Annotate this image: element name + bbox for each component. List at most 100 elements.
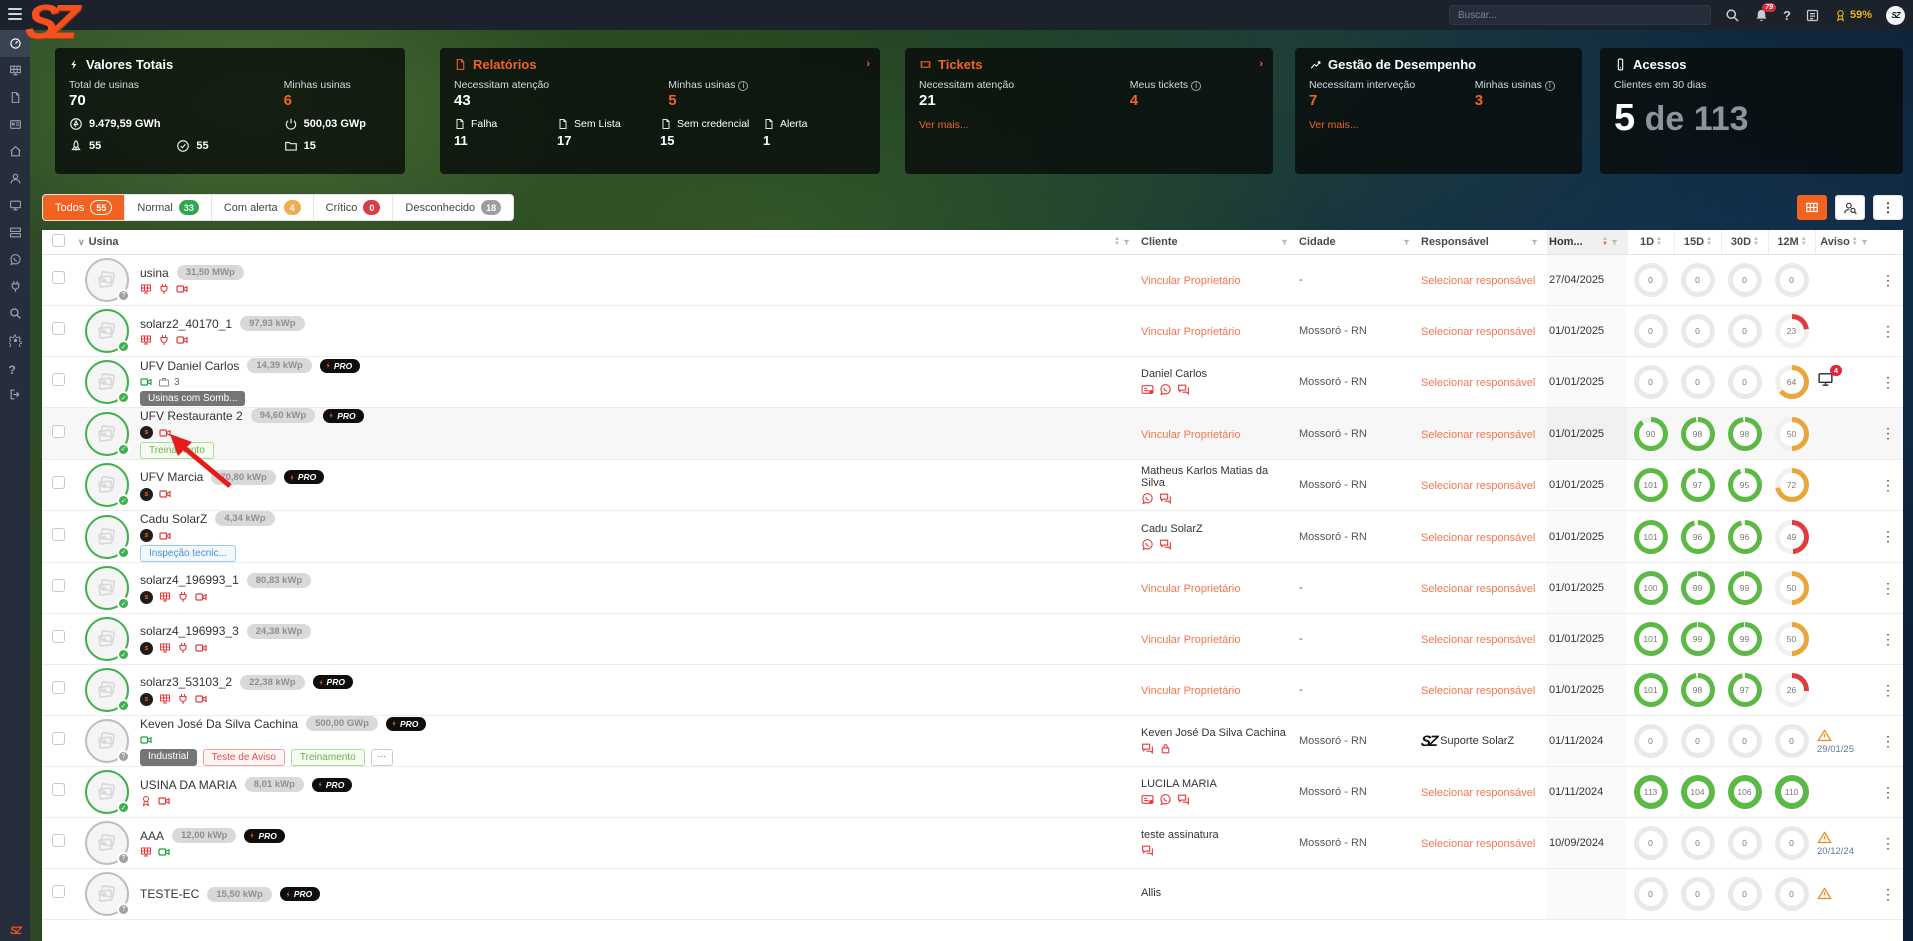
- idcard-icon[interactable]: [1141, 793, 1154, 806]
- row-menu-button[interactable]: ⋮: [1881, 477, 1895, 494]
- row-menu-button[interactable]: ⋮: [1881, 682, 1895, 699]
- filter-funnel-icon[interactable]: [1610, 238, 1619, 247]
- filter-funnel-icon[interactable]: [1530, 238, 1539, 247]
- plant-name[interactable]: solarz4_196993_1: [140, 573, 239, 587]
- plant-avatar[interactable]: ✓: [85, 668, 130, 712]
- client-search-button[interactable]: [1835, 195, 1865, 220]
- link-vincular-proprietario[interactable]: Vincular Proprietário: [1141, 275, 1240, 287]
- row-menu-button[interactable]: ⋮: [1881, 425, 1895, 442]
- col-12m[interactable]: 12M: [1777, 236, 1798, 248]
- row-menu-button[interactable]: ⋮: [1881, 886, 1895, 903]
- sidebar-item-clients[interactable]: [0, 165, 30, 192]
- menu-toggle-icon[interactable]: [8, 8, 22, 20]
- tickets-ver-mais-link[interactable]: Ver mais...: [919, 119, 1259, 131]
- link-selecionar-responsavel[interactable]: Selecionar responsável: [1421, 429, 1535, 441]
- row-checkbox[interactable]: [52, 885, 65, 898]
- link-selecionar-responsavel[interactable]: Selecionar responsável: [1421, 838, 1535, 850]
- chat-icon[interactable]: [1159, 538, 1172, 551]
- table-options-button[interactable]: ⋮: [1873, 195, 1903, 220]
- table-row[interactable]: ? AAA 12,00 kWp PRO teste assinatura Mossoró …: [42, 818, 1903, 869]
- col-cliente[interactable]: Cliente: [1141, 236, 1178, 248]
- row-menu-button[interactable]: ⋮: [1881, 631, 1895, 648]
- sidebar-item-reports[interactable]: [0, 84, 30, 111]
- col-responsavel[interactable]: Responsável: [1421, 236, 1489, 248]
- row-checkbox[interactable]: [52, 732, 65, 745]
- gestao-ver-mais-link[interactable]: Ver mais...: [1309, 119, 1568, 131]
- plant-tag[interactable]: Treinamento: [290, 749, 365, 766]
- row-menu-button[interactable]: ⋮: [1881, 323, 1895, 340]
- plant-name[interactable]: solarz4_196993_3: [140, 624, 239, 638]
- plant-name[interactable]: Keven José Da Silva Cachina: [140, 717, 298, 731]
- whatsapp-icon[interactable]: [1141, 538, 1154, 551]
- table-row[interactable]: ✓ solarz3_53103_2 22,38 kWp PRO s Vincular Pr…: [42, 665, 1903, 716]
- table-row[interactable]: ✓ UFV Daniel Carlos 14,39 kWp PRO 3 Usinas co…: [42, 357, 1903, 408]
- warning-icon[interactable]: 20/12/24: [1817, 830, 1854, 857]
- row-menu-button[interactable]: ⋮: [1881, 784, 1895, 801]
- row-checkbox[interactable]: [52, 322, 65, 335]
- expand-all-icon[interactable]: ∨: [78, 237, 85, 248]
- table-row[interactable]: ✓ Cadu SolarZ 4,34 kWp s Inspeção tecnic... C…: [42, 511, 1903, 563]
- filter-tab-desconhecido[interactable]: Desconhecido 18: [393, 195, 514, 220]
- filter-tab-com-alerta[interactable]: Com alerta 4: [211, 195, 314, 220]
- filter-funnel-icon[interactable]: [1122, 238, 1131, 247]
- plant-avatar[interactable]: ?: [85, 872, 130, 916]
- link-vincular-proprietario[interactable]: Vincular Proprietário: [1141, 429, 1240, 441]
- chat-icon[interactable]: [1177, 793, 1190, 806]
- link-selecionar-responsavel[interactable]: Selecionar responsável: [1421, 634, 1535, 646]
- link-vincular-proprietario[interactable]: Vincular Proprietário: [1141, 583, 1240, 595]
- sort-icon[interactable]: ▲ ▼: [1753, 236, 1759, 247]
- plants-grid-button[interactable]: [1797, 195, 1827, 220]
- plant-avatar[interactable]: ✓: [85, 360, 130, 404]
- sort-icon[interactable]: ▲ ▼: [1114, 236, 1120, 247]
- notifications-bell-icon[interactable]: 79: [1754, 2, 1777, 23]
- sidebar-item-lists[interactable]: [0, 219, 30, 246]
- link-selecionar-responsavel[interactable]: Selecionar responsável: [1421, 275, 1535, 287]
- sort-icon[interactable]: ▲ ▼: [1706, 236, 1712, 247]
- plant-avatar[interactable]: ?: [85, 821, 130, 865]
- row-menu-button[interactable]: ⋮: [1881, 733, 1895, 750]
- sidebar-item-gallery[interactable]: [0, 111, 30, 138]
- plant-avatar[interactable]: ✓: [85, 514, 130, 559]
- sidebar-item-settings[interactable]: [0, 327, 30, 354]
- plant-name[interactable]: USINA DA MARIA: [140, 778, 237, 792]
- row-checkbox[interactable]: [52, 271, 65, 284]
- plant-avatar[interactable]: ✓: [85, 309, 130, 353]
- chat-icon[interactable]: [1141, 742, 1154, 755]
- row-menu-button[interactable]: ⋮: [1881, 835, 1895, 852]
- sort-icon[interactable]: ▲ ▼: [1656, 236, 1662, 247]
- table-row[interactable]: ✓ solarz2_40170_1 97,93 kWp Vincular Propri…: [42, 306, 1903, 357]
- plant-avatar[interactable]: ✓: [85, 770, 130, 814]
- plant-name[interactable]: solarz3_53103_2: [140, 675, 232, 689]
- plant-name[interactable]: UFV Daniel Carlos: [140, 359, 239, 373]
- plant-name[interactable]: usina: [140, 266, 169, 280]
- link-selecionar-responsavel[interactable]: Selecionar responsável: [1421, 480, 1535, 492]
- table-row[interactable]: ✓ USINA DA MARIA 8,01 kWp PRO LUCILA MARIA Mo…: [42, 767, 1903, 818]
- sidebar-item-integrations[interactable]: [0, 273, 30, 300]
- lock-icon[interactable]: [1159, 742, 1172, 755]
- sidebar-item-help[interactable]: ?: [0, 354, 30, 381]
- row-checkbox[interactable]: [52, 783, 65, 796]
- sidebar-item-search[interactable]: [0, 300, 30, 327]
- plant-tag[interactable]: Treinamento: [140, 442, 214, 459]
- filter-tab-critico[interactable]: Crítico 0: [313, 195, 394, 220]
- sort-icon[interactable]: ▲ ▼: [1801, 236, 1807, 247]
- card-relatorios[interactable]: › Relatórios Necessitam atenção 43 Minhas…: [440, 48, 880, 174]
- plant-tag[interactable]: Usinas com Somb...: [140, 391, 246, 406]
- row-checkbox[interactable]: [52, 681, 65, 694]
- chat-icon[interactable]: [1141, 844, 1154, 857]
- link-vincular-proprietario[interactable]: Vincular Proprietário: [1141, 685, 1240, 697]
- link-selecionar-responsavel[interactable]: Selecionar responsável: [1421, 787, 1535, 799]
- row-checkbox[interactable]: [52, 476, 65, 489]
- col-aviso[interactable]: Aviso: [1820, 236, 1850, 248]
- plant-avatar[interactable]: ✓: [85, 617, 130, 661]
- col-usina[interactable]: Usina: [89, 236, 119, 248]
- table-row[interactable]: ✓ UFV Marcia 70,80 kWp PRO s Matheus Karlos M…: [42, 460, 1903, 511]
- plant-avatar[interactable]: ✓: [85, 411, 130, 456]
- table-row[interactable]: ? usina 31,50 MWp Vincular Proprietário - Sel…: [42, 255, 1903, 306]
- search-icon[interactable]: [1725, 8, 1740, 23]
- plant-avatar[interactable]: ✓: [85, 463, 130, 507]
- plant-tag[interactable]: Industrial: [140, 749, 197, 766]
- col-1d[interactable]: 1D: [1640, 236, 1654, 248]
- filter-tab-todos[interactable]: Todos 55: [43, 195, 126, 220]
- plant-name[interactable]: UFV Restaurante 2: [140, 409, 243, 423]
